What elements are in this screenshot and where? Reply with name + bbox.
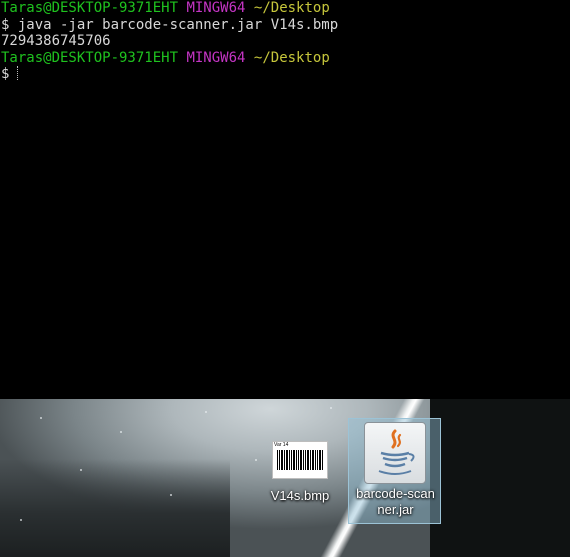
prompt-path: ~/Desktop — [253, 0, 330, 16]
text-cursor — [17, 66, 19, 80]
wallpaper-star — [170, 494, 172, 496]
prompt-user-host: Taras@DESKTOP-9371EHT — [1, 49, 179, 66]
wallpaper-star — [120, 431, 122, 433]
wallpaper-star — [80, 469, 82, 471]
desktop-icon-barcode-scanner-jar[interactable]: barcode-scan ner.jar — [348, 418, 441, 524]
icon-label: barcode-scan ner.jar — [349, 486, 442, 518]
thumbnail-text: Var 14 — [274, 442, 289, 448]
wallpaper-star — [255, 459, 257, 461]
prompt-env: MINGW64 — [186, 49, 246, 66]
terminal-window[interactable]: Taras@DESKTOP-9371EHT MINGW64 ~/Desktop … — [0, 0, 570, 399]
bitmap-image-icon: Var 14 — [272, 441, 328, 479]
icon-label-line-2: ner.jar — [377, 502, 414, 517]
prompt-symbol: $ — [1, 66, 10, 82]
prompt-line-1: Taras@DESKTOP-9371EHT MINGW64 ~/Desktop — [1, 0, 570, 17]
wallpaper-dark-region — [430, 399, 570, 557]
wallpaper-star — [40, 417, 42, 419]
icon-label-line-1: barcode-scan — [356, 486, 435, 501]
barcode-thumbnail — [277, 450, 323, 470]
wallpaper-star — [330, 407, 332, 409]
desktop-icon-v14s-bmp[interactable]: Var 14 V14s.bmp — [262, 440, 338, 510]
wallpaper-shadow — [0, 459, 230, 557]
command-line: $ java -jar barcode-scanner.jar V14s.bmp — [1, 16, 339, 33]
wallpaper-star — [205, 411, 207, 413]
command-output: 7294386745706 — [1, 33, 111, 49]
prompt-user-host: Taras@DESKTOP-9371EHT — [1, 0, 179, 16]
wallpaper-star — [20, 519, 22, 521]
icon-label: V14s.bmp — [270, 488, 330, 503]
prompt-path: ~/Desktop — [253, 49, 330, 66]
input-line[interactable]: $ — [1, 66, 570, 83]
prompt-env: MINGW64 — [186, 0, 246, 16]
prompt-line-2: Taras@DESKTOP-9371EHT MINGW64 ~/Desktop — [1, 50, 570, 67]
java-cup-icon — [378, 429, 415, 475]
java-jar-icon — [364, 422, 426, 484]
